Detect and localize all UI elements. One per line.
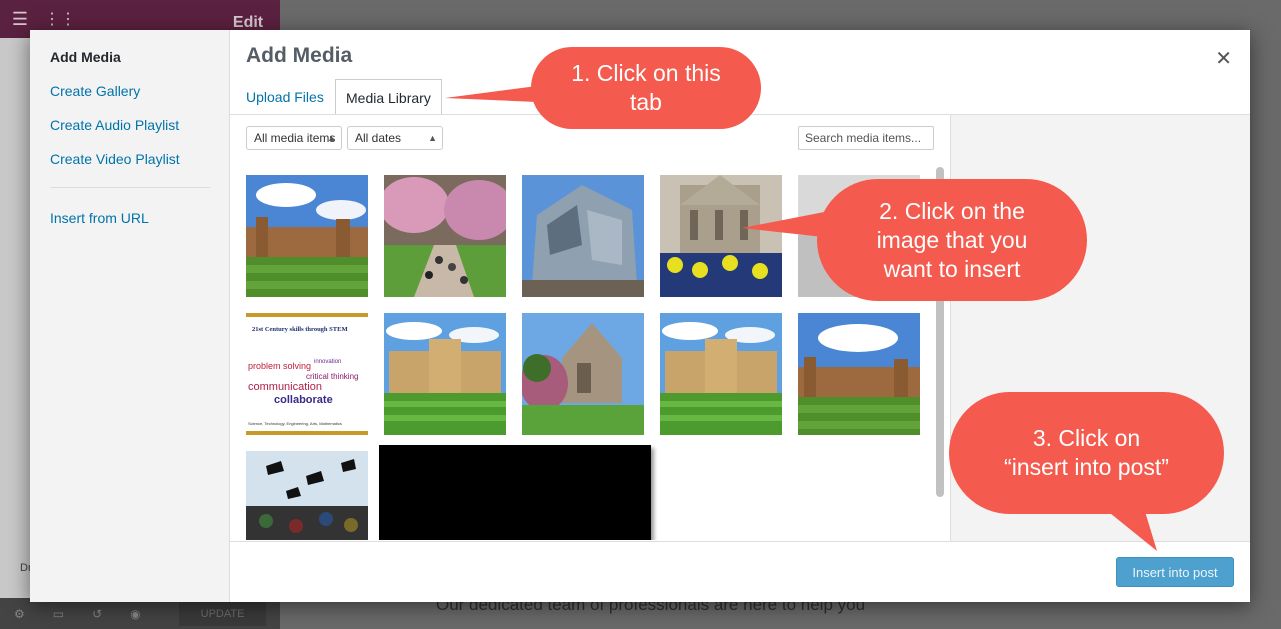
- word-cloud-heading: 21st Century skills through STEM: [252, 326, 348, 333]
- callout-step-2: 2. Click on the image that you want to i…: [817, 179, 1087, 301]
- insert-into-post-button[interactable]: Insert into post: [1116, 557, 1234, 587]
- callout-2-line2: image that you: [876, 226, 1028, 253]
- redacted-image-box: [379, 445, 651, 540]
- update-button[interactable]: UPDATE: [178, 601, 267, 626]
- media-thumbnail-crowd-in-front-of-chapel[interactable]: [660, 175, 782, 297]
- chevron-updown-icon: ▲▼: [428, 133, 437, 143]
- date-filter-value: All dates: [355, 131, 402, 145]
- close-icon[interactable]: ✕: [1215, 46, 1232, 71]
- callout-step-3: 3. Click on “insert into post”: [949, 392, 1224, 514]
- grid-icon[interactable]: ⋮⋮: [40, 9, 80, 29]
- create-video-playlist-link[interactable]: Create Video Playlist: [50, 151, 180, 167]
- media-thumbnail-college-facade[interactable]: [660, 313, 782, 435]
- date-filter[interactable]: All dates ▲▼: [347, 126, 443, 150]
- menu-separator: [50, 187, 210, 188]
- editor-footer: ⚙ ▭ ↺ ◉ UPDATE: [0, 598, 280, 629]
- media-thumbnail-modern-glass-building[interactable]: [522, 175, 644, 297]
- tab-media-library[interactable]: Media Library: [335, 79, 442, 115]
- search-input[interactable]: Search media items...: [798, 126, 934, 150]
- word-cloud-word: innovation: [314, 359, 341, 365]
- media-type-filter[interactable]: All media items ▲▼: [246, 126, 342, 150]
- media-menu: Add Media Create Gallery Create Audio Pl…: [30, 30, 230, 602]
- create-audio-playlist-link[interactable]: Create Audio Playlist: [50, 117, 179, 133]
- word-cloud-word: problem solving: [248, 361, 311, 371]
- create-gallery-link[interactable]: Create Gallery: [50, 83, 140, 99]
- media-thumbnail-gothic-building-with-tree[interactable]: [522, 313, 644, 435]
- word-cloud-word: collaborate: [274, 394, 333, 406]
- media-thumbnail-college-facade[interactable]: [384, 313, 506, 435]
- settings-icon[interactable]: ⚙: [14, 607, 25, 621]
- media-thumbnail-graduation-caps-thrown[interactable]: [246, 451, 368, 540]
- word-cloud-word: critical thinking: [306, 372, 358, 381]
- callout-3-line1: 3. Click on: [1032, 425, 1141, 451]
- callout-2-line1: 2. Click on the: [879, 197, 1025, 224]
- media-type-filter-value: All media items: [254, 131, 336, 145]
- tab-upload-files[interactable]: Upload Files: [236, 79, 334, 115]
- chevron-updown-icon: ▲▼: [327, 133, 336, 143]
- preview-icon[interactable]: ◉: [130, 607, 140, 621]
- modal-toolbar: [230, 541, 1250, 602]
- word-cloud-word: communication: [248, 381, 322, 393]
- history-icon[interactable]: ↺: [92, 607, 102, 621]
- word-cloud-footer: Science, Technology, Engineering, Arts, …: [248, 421, 342, 426]
- hamburger-icon[interactable]: ☰: [0, 9, 40, 30]
- media-menu-heading[interactable]: Add Media: [50, 49, 121, 65]
- callout-2-line3: want to insert: [883, 255, 1021, 282]
- insert-from-url-link[interactable]: Insert from URL: [50, 210, 149, 226]
- modal-title: Add Media: [246, 44, 353, 67]
- media-thumbnail-college-lawn[interactable]: [246, 175, 368, 297]
- callout-3-line2: “insert into post”: [1004, 454, 1169, 480]
- callout-step-1: 1. Click on this tab: [531, 47, 761, 129]
- callout-1-line1: 1. Click on this: [571, 60, 721, 86]
- media-thumbnail-college-lawn[interactable]: [798, 313, 920, 435]
- media-thumbnail-cherry-blossom-path[interactable]: [384, 175, 506, 297]
- media-thumbnail-word-cloud[interactable]: 21st Century skills through STEM problem…: [246, 313, 368, 435]
- responsive-icon[interactable]: ▭: [53, 607, 64, 621]
- callout-1-line2: tab: [630, 89, 662, 115]
